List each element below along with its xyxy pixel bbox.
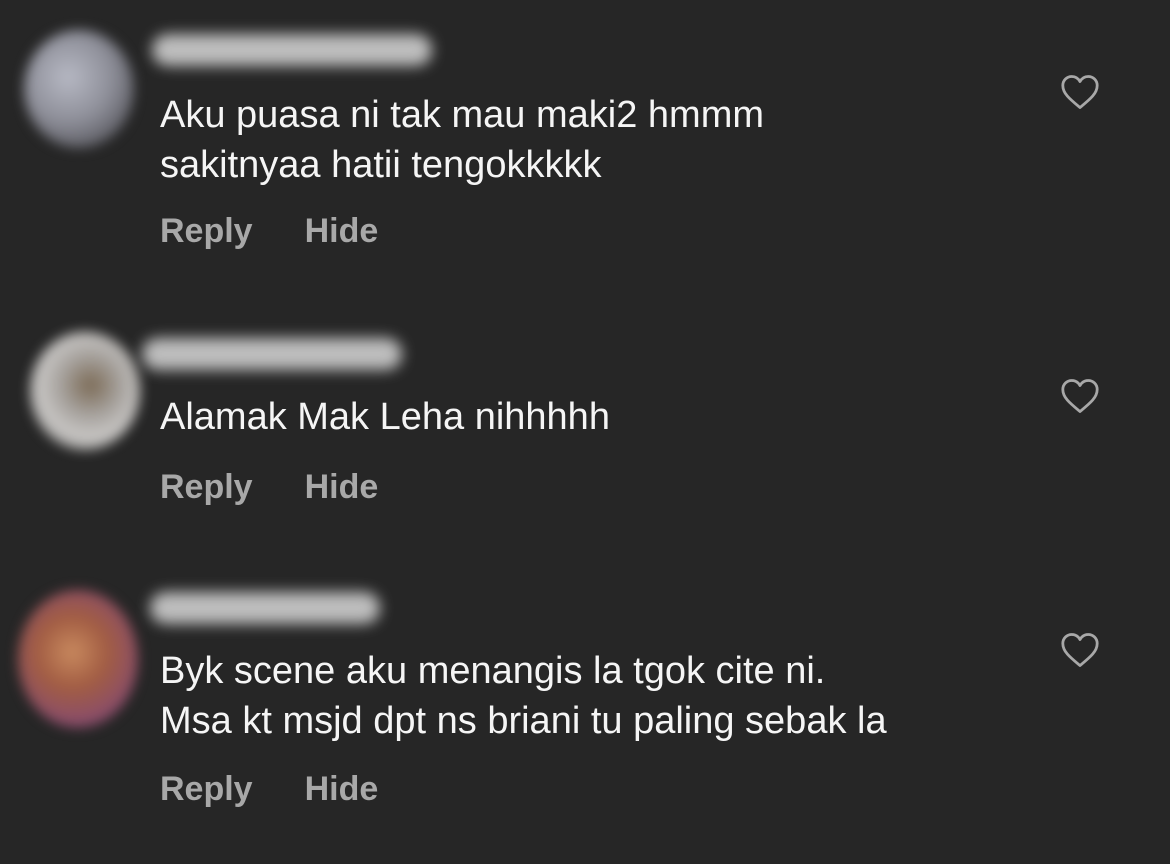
hide-button[interactable]: Hide bbox=[305, 770, 379, 809]
username-blurred[interactable] bbox=[150, 592, 380, 624]
avatar[interactable] bbox=[30, 332, 140, 450]
comment-text: Alamak Mak Leha nihhhhh bbox=[160, 396, 610, 438]
reply-button[interactable]: Reply bbox=[160, 468, 253, 507]
hide-button[interactable]: Hide bbox=[305, 212, 379, 251]
comment-actions: Reply Hide bbox=[160, 770, 378, 809]
username-blurred[interactable] bbox=[142, 338, 402, 370]
avatar[interactable] bbox=[24, 30, 134, 148]
heart-outline-icon[interactable] bbox=[1060, 378, 1100, 414]
reply-button[interactable]: Reply bbox=[160, 770, 253, 809]
hide-button[interactable]: Hide bbox=[305, 468, 379, 507]
comment-actions: Reply Hide bbox=[160, 212, 378, 251]
avatar[interactable] bbox=[18, 590, 138, 728]
reply-button[interactable]: Reply bbox=[160, 212, 253, 251]
heart-outline-icon[interactable] bbox=[1060, 74, 1100, 110]
comment-text: Byk scene aku menangis la tgok cite ni. … bbox=[160, 650, 887, 742]
comment-text: Aku puasa ni tak mau maki2 hmmm sakitnya… bbox=[160, 94, 765, 186]
heart-outline-icon[interactable] bbox=[1060, 632, 1100, 668]
comment-actions: Reply Hide bbox=[160, 468, 378, 507]
username-blurred[interactable] bbox=[152, 34, 432, 66]
